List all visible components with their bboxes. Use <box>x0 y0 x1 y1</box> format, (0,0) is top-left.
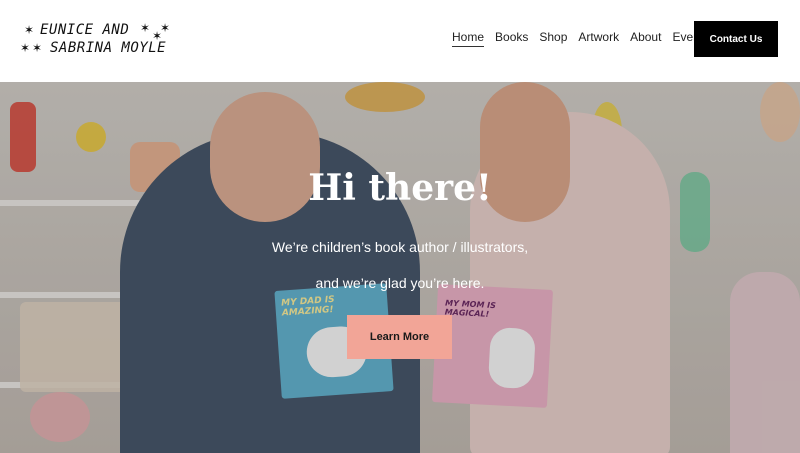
star-icon: ✶ <box>20 41 31 55</box>
hero-section: MY DAD IS AMAZING! MY MOM IS MAGICAL! Hi… <box>0 82 800 453</box>
hero-overlay <box>0 82 800 453</box>
hero-subtitle-line-2: and we’re glad you’re here. <box>315 275 485 291</box>
star-icon: ✶ <box>160 21 171 35</box>
brand-line-2: SABRINA MOYLE <box>50 40 167 56</box>
nav-books[interactable]: Books <box>495 30 528 47</box>
star-icon: ✶ <box>140 21 151 35</box>
contact-us-button[interactable]: Contact Us <box>694 21 778 57</box>
learn-more-button[interactable]: Learn More <box>347 315 452 359</box>
nav-artwork[interactable]: Artwork <box>578 30 619 47</box>
hero-subtitle-line-1: We’re children’s book author / illustrat… <box>271 239 529 255</box>
hero-title: Hi there! <box>308 167 492 209</box>
star-icon: ✶ <box>24 23 35 37</box>
brand-logo[interactable]: ✶ ✶ ✶ ✶ ✶ ✶ EUNICE AND SABRINA MOYLE <box>20 20 180 62</box>
nav-shop[interactable]: Shop <box>539 30 567 47</box>
main-nav: Home Books Shop Artwork About Events <box>452 30 720 47</box>
nav-about[interactable]: About <box>630 30 661 47</box>
star-icon: ✶ <box>32 41 43 55</box>
brand-line-1: EUNICE AND <box>40 22 130 38</box>
nav-home[interactable]: Home <box>452 30 485 47</box>
site-header: ✶ ✶ ✶ ✶ ✶ ✶ EUNICE AND SABRINA MOYLE Hom… <box>0 0 800 82</box>
